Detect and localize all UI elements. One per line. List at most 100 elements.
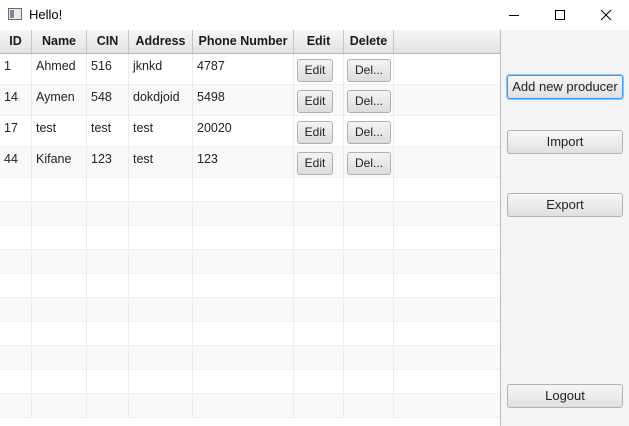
- column-header-phone[interactable]: Phone Number: [193, 30, 294, 53]
- empty-cell: [32, 178, 87, 201]
- cell-address: dokdjoid: [129, 85, 193, 115]
- empty-cell: [0, 346, 32, 369]
- empty-cell: [193, 298, 294, 321]
- export-button[interactable]: Export: [507, 193, 623, 217]
- empty-cell: [344, 298, 394, 321]
- empty-cell: [87, 226, 129, 249]
- column-header-edit[interactable]: Edit: [294, 30, 344, 53]
- edit-button[interactable]: Edit: [297, 152, 333, 175]
- empty-cell: [32, 202, 87, 225]
- producers-table[interactable]: ID Name CIN Address Phone Number Edit De…: [0, 30, 501, 426]
- empty-cell: [344, 202, 394, 225]
- empty-row: [0, 178, 500, 202]
- maximize-button[interactable]: [537, 0, 583, 30]
- empty-cell: [129, 370, 193, 393]
- column-header-delete[interactable]: Delete: [344, 30, 394, 53]
- cell-phone: 5498: [193, 85, 294, 115]
- empty-row: [0, 394, 500, 418]
- table-row[interactable]: 44 Kifane 123 test 123 Edit Del...: [0, 147, 500, 178]
- table-row[interactable]: 17 test test test 20020 Edit Del...: [0, 116, 500, 147]
- delete-button[interactable]: Del...: [347, 152, 391, 175]
- empty-cell: [32, 322, 87, 345]
- empty-row: [0, 370, 500, 394]
- empty-cell: [0, 298, 32, 321]
- empty-cell: [344, 274, 394, 297]
- cell-name: test: [32, 116, 87, 146]
- empty-cell: [294, 202, 344, 225]
- cell-edit: Edit: [294, 85, 344, 115]
- empty-cell: [344, 394, 394, 417]
- empty-cell: [129, 274, 193, 297]
- empty-cell: [294, 226, 344, 249]
- empty-cell: [193, 202, 294, 225]
- empty-cell: [87, 370, 129, 393]
- cell-address: test: [129, 116, 193, 146]
- empty-cell: [344, 226, 394, 249]
- empty-cell: [0, 202, 32, 225]
- empty-cell: [0, 178, 32, 201]
- empty-cell: [87, 178, 129, 201]
- edit-button[interactable]: Edit: [297, 121, 333, 144]
- empty-cell: [294, 274, 344, 297]
- column-header-name[interactable]: Name: [32, 30, 87, 53]
- delete-button[interactable]: Del...: [347, 121, 391, 144]
- empty-cell: [87, 274, 129, 297]
- column-header-cin[interactable]: CIN: [87, 30, 129, 53]
- cell-edit: Edit: [294, 147, 344, 177]
- empty-cell: [294, 394, 344, 417]
- cell-edit: Edit: [294, 116, 344, 146]
- empty-cell: [87, 394, 129, 417]
- empty-cell: [87, 202, 129, 225]
- close-icon: [600, 9, 612, 21]
- edit-button[interactable]: Edit: [297, 90, 333, 113]
- empty-cell: [129, 394, 193, 417]
- delete-button[interactable]: Del...: [347, 59, 391, 82]
- empty-cell: [193, 178, 294, 201]
- empty-cell: [0, 250, 32, 273]
- cell-cin: 548: [87, 85, 129, 115]
- cell-name: Ahmed: [32, 54, 87, 84]
- empty-cell: [294, 346, 344, 369]
- cell-cin: test: [87, 116, 129, 146]
- empty-row: [0, 202, 500, 226]
- empty-cell: [344, 178, 394, 201]
- empty-cell: [87, 346, 129, 369]
- edit-button[interactable]: Edit: [297, 59, 333, 82]
- logout-button[interactable]: Logout: [507, 384, 623, 408]
- empty-cell: [32, 274, 87, 297]
- empty-cell: [193, 370, 294, 393]
- cell-phone: 4787: [193, 54, 294, 84]
- empty-cell: [32, 346, 87, 369]
- empty-cell: [129, 298, 193, 321]
- column-header-address[interactable]: Address: [129, 30, 193, 53]
- empty-row: [0, 226, 500, 250]
- table-row[interactable]: 1 Ahmed 516 jknkd 4787 Edit Del...: [0, 54, 500, 85]
- cell-delete: Del...: [344, 116, 394, 146]
- cell-id: 14: [0, 85, 32, 115]
- cell-edit: Edit: [294, 54, 344, 84]
- add-new-producer-button[interactable]: Add new producer: [507, 75, 623, 99]
- cell-id: 1: [0, 54, 32, 84]
- minimize-button[interactable]: [491, 0, 537, 30]
- table-row[interactable]: 14 Aymen 548 dokdjoid 5498 Edit Del...: [0, 85, 500, 116]
- column-header-id[interactable]: ID: [0, 30, 32, 53]
- empty-cell: [193, 394, 294, 417]
- close-button[interactable]: [583, 0, 629, 30]
- delete-button[interactable]: Del...: [347, 90, 391, 113]
- action-panel: Add new producer Import Export Logout: [501, 30, 629, 426]
- empty-cell: [87, 298, 129, 321]
- cell-phone: 123: [193, 147, 294, 177]
- cell-cin: 516: [87, 54, 129, 84]
- empty-cell: [129, 226, 193, 249]
- empty-cell: [294, 178, 344, 201]
- app-icon: [8, 8, 22, 20]
- cell-filler: [394, 85, 500, 115]
- cell-cin: 123: [87, 147, 129, 177]
- cell-filler: [394, 116, 500, 146]
- empty-cell: [32, 370, 87, 393]
- import-button[interactable]: Import: [507, 130, 623, 154]
- cell-delete: Del...: [344, 54, 394, 84]
- empty-cell: [344, 370, 394, 393]
- empty-cell: [0, 322, 32, 345]
- empty-cell: [129, 250, 193, 273]
